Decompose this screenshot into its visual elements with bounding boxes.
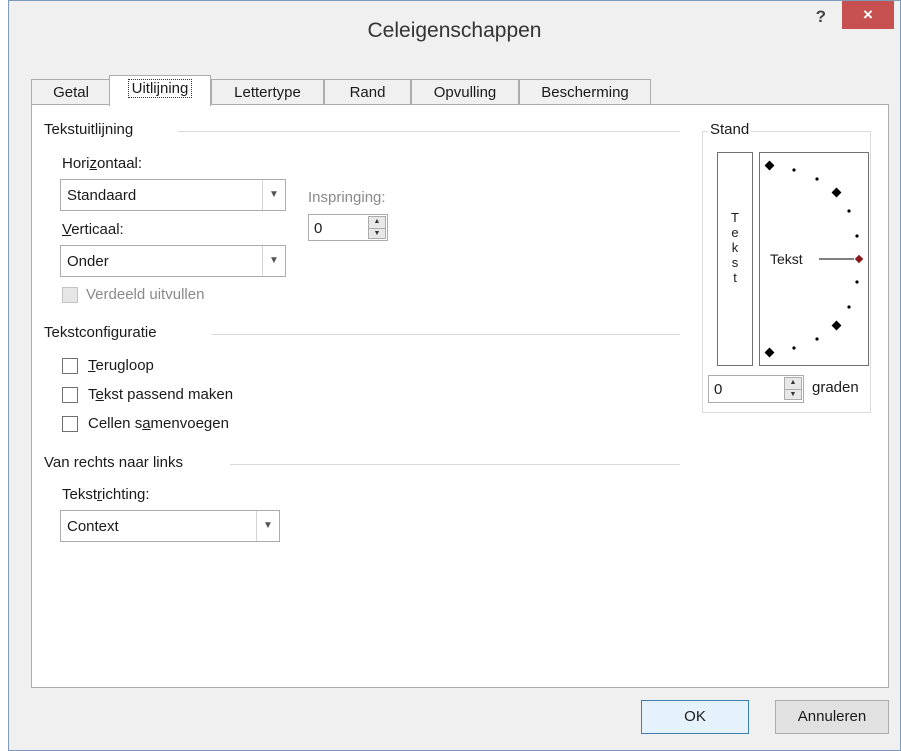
spin-up-icon[interactable]: ▲ xyxy=(369,217,385,227)
dial-dot xyxy=(792,346,796,350)
spin-buttons[interactable]: ▲ ▼ xyxy=(784,377,802,400)
group-divider xyxy=(178,131,680,132)
dial-dot xyxy=(815,177,819,181)
selected-value: Context xyxy=(67,518,119,535)
tab-bescherming[interactable]: Bescherming xyxy=(519,79,651,105)
dial-dot xyxy=(855,280,859,284)
spin-down-icon[interactable]: ▼ xyxy=(369,228,385,239)
cancel-button[interactable]: Annuleren xyxy=(775,700,889,734)
dial-dot xyxy=(847,209,851,213)
vertical-text-button[interactable]: T e k s t xyxy=(717,152,753,366)
vertical-text-char: e xyxy=(731,225,739,240)
tab-uitlijning[interactable]: Uitlijning xyxy=(109,75,211,106)
dial-dot xyxy=(847,305,851,309)
dial-marker-current[interactable] xyxy=(854,254,864,264)
spin-buttons[interactable]: ▲ ▼ xyxy=(368,216,386,239)
tab-label: Rand xyxy=(349,84,386,101)
rtl-group-title: Van rechts naar links xyxy=(44,454,183,471)
vertical-text-char: k xyxy=(731,240,739,255)
group-divider xyxy=(212,334,680,335)
close-button[interactable]: × xyxy=(842,1,894,29)
tab-label: Bescherming xyxy=(541,84,629,101)
horizontal-label: Horizontaal: xyxy=(62,155,143,172)
shrink-to-fit-label: Tekst passend maken xyxy=(88,386,234,403)
indent-spinner[interactable]: 0 ▲ ▼ xyxy=(308,214,388,241)
cell-properties-dialog: Celeigenschappen ? × Getal Uitlijning Le… xyxy=(8,0,901,751)
orientation-group-title: Stand xyxy=(708,121,752,138)
text-control-group-title: Tekstconfiguratie xyxy=(44,324,157,341)
degrees-spinner[interactable]: 0 ▲ ▼ xyxy=(708,375,804,403)
chevron-down-icon: ▼ xyxy=(256,511,279,541)
alignment-panel: Tekstuitlijning Horizontaal: Standaard ▼… xyxy=(31,104,889,688)
orientation-dial[interactable]: Tekst xyxy=(759,152,869,366)
tab-label: Getal xyxy=(53,84,89,101)
dial-dot xyxy=(855,234,859,238)
distributed-label: Verdeeld uitvullen xyxy=(86,286,205,303)
chevron-down-icon: ▼ xyxy=(262,246,285,276)
shrink-to-fit-checkbox[interactable] xyxy=(62,387,78,403)
degrees-label: graden xyxy=(812,379,859,396)
tab-label: Uitlijning xyxy=(127,79,193,98)
distributed-checkbox[interactable] xyxy=(62,287,78,303)
text-alignment-group-title: Tekstuitlijning xyxy=(44,121,134,138)
dial-marker-upper[interactable] xyxy=(831,187,842,198)
title-bar: Celeigenschappen ? × xyxy=(9,1,900,63)
merge-cells-checkbox[interactable] xyxy=(62,416,78,432)
wrap-text-checkbox[interactable] xyxy=(62,358,78,374)
dial-text: Tekst xyxy=(770,251,803,267)
selected-value: Onder xyxy=(67,253,109,270)
ok-button[interactable]: OK xyxy=(641,700,749,734)
tab-opvulling[interactable]: Opvulling xyxy=(411,79,519,105)
chevron-down-icon: ▼ xyxy=(262,180,285,210)
vertical-alignment-select[interactable]: Onder ▼ xyxy=(60,245,286,277)
vertical-text-char: t xyxy=(733,270,737,285)
vertical-text-char: s xyxy=(731,255,739,270)
dial-dot xyxy=(792,168,796,172)
text-direction-label: Tekstrichting: xyxy=(62,486,150,503)
tab-getal[interactable]: Getal xyxy=(31,79,111,105)
merge-cells-label: Cellen samenvoegen xyxy=(88,415,229,432)
text-direction-select[interactable]: Context ▼ xyxy=(60,510,280,542)
spin-up-icon[interactable]: ▲ xyxy=(785,378,801,388)
vertical-text-char: T xyxy=(731,210,739,225)
tab-label: Opvulling xyxy=(433,84,497,101)
tab-rand[interactable]: Rand xyxy=(324,79,411,105)
dialog-title: Celeigenschappen xyxy=(367,19,542,42)
dial-marker-lower[interactable] xyxy=(831,320,842,331)
horizontal-alignment-select[interactable]: Standaard ▼ xyxy=(60,179,286,211)
dial-dot xyxy=(815,337,819,341)
vertical-label: Verticaal: xyxy=(62,221,124,238)
indent-value: 0 xyxy=(314,220,323,237)
tab-lettertype[interactable]: Lettertype xyxy=(211,79,324,105)
dial-marker-top[interactable] xyxy=(764,160,775,171)
spin-down-icon[interactable]: ▼ xyxy=(785,389,801,400)
wrap-text-label: Terugloop xyxy=(88,357,154,374)
group-divider xyxy=(230,464,680,465)
tab-label: Lettertype xyxy=(234,84,301,101)
indent-label: Inspringing: xyxy=(308,189,386,206)
dial-marker-bottom[interactable] xyxy=(764,347,775,358)
help-button[interactable]: ? xyxy=(816,7,826,27)
degrees-value: 0 xyxy=(714,381,723,398)
selected-value: Standaard xyxy=(67,187,137,204)
